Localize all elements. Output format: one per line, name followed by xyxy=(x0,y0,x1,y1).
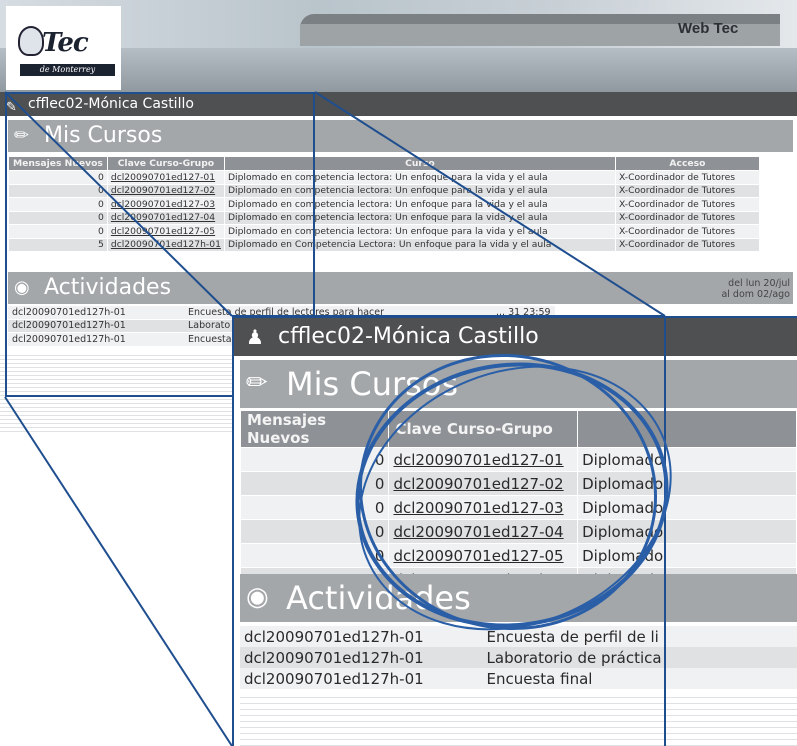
course-name: Diplomado xyxy=(577,447,797,472)
logo-text: Tec xyxy=(42,28,89,58)
course-code-link[interactable]: dcl20090701ed127-02 xyxy=(388,471,579,496)
activities-table: dcl20090701ed127h-01 Encuesta de perfil … xyxy=(240,626,797,689)
zoom-connector-line xyxy=(4,396,233,746)
mis-cursos-title: Mis Cursos xyxy=(286,365,459,403)
new-messages-count: 0 xyxy=(239,471,390,496)
activity-name: Laboratorio de práctica xyxy=(482,647,797,668)
activity-name: Encuesta final xyxy=(482,668,797,689)
course-name: Diplomado xyxy=(577,543,797,568)
new-messages-count: 0 xyxy=(239,519,390,544)
access-role: X-Coordinador de Tutores xyxy=(614,183,760,198)
course-name: Diplomado xyxy=(577,495,797,520)
tec-logo[interactable]: Tec de Monterrey xyxy=(6,6,121,90)
table-row: 0 dcl20090701ed127-04 Diplomado xyxy=(239,519,797,544)
activity-name: Encuesta de perfil de li xyxy=(482,626,797,647)
activity-group: dcl20090701ed127h-01 xyxy=(240,626,483,647)
table-header-row: Mensajes Nuevos Clave Curso-Grupo xyxy=(239,410,797,448)
course-name: Diplomado xyxy=(577,519,797,544)
column-header xyxy=(577,410,797,448)
tec-emblem-icon xyxy=(18,26,44,56)
column-header: Clave Curso-Grupo xyxy=(388,410,579,448)
column-header: Mensajes Nuevos xyxy=(239,410,390,448)
access-role: X-Coordinador de Tutores xyxy=(614,210,760,225)
user-icon: ♟ xyxy=(246,325,264,349)
activity-group: dcl20090701ed127h-01 xyxy=(240,668,483,689)
mis-cursos-section-title: ✏ Mis Cursos xyxy=(240,360,797,408)
courses-table: Mensajes Nuevos Clave Curso-Grupo 0 dcl2… xyxy=(239,410,797,592)
new-messages-count: 0 xyxy=(239,447,390,472)
user-name: cfflec02-Mónica Castillo xyxy=(278,324,539,349)
access-role: X-Coordinador de Tutores xyxy=(614,224,760,239)
course-code-link[interactable]: dcl20090701ed127-05 xyxy=(388,543,579,568)
user-bar: ♟ cfflec02-Mónica Castillo xyxy=(234,318,797,356)
table-row: 0 dcl20090701ed127-05 Diplomado xyxy=(239,543,797,568)
course-name: Diplomado xyxy=(577,471,797,496)
new-messages-count: 0 xyxy=(239,543,390,568)
new-messages-count: 0 xyxy=(239,495,390,520)
list-item[interactable]: dcl20090701ed127h-01 Laboratorio de prác… xyxy=(240,647,797,668)
magnified-view: ♟ cfflec02-Mónica Castillo ✏ Mis Cursos … xyxy=(232,316,797,746)
activity-group: dcl20090701ed127h-01 xyxy=(240,647,483,668)
date-range: del lun 20/jul al dom 02/ago xyxy=(690,278,790,300)
table-row: 0 dcl20090701ed127-02 Diplomado xyxy=(239,471,797,496)
list-item[interactable]: dcl20090701ed127h-01 Encuesta final xyxy=(240,668,797,689)
course-code-link[interactable]: dcl20090701ed127-04 xyxy=(388,519,579,544)
access-role: X-Coordinador de Tutores xyxy=(614,170,760,185)
actividades-title: Actividades xyxy=(286,579,471,617)
date-to: al dom 02/ago xyxy=(721,289,790,300)
access-role: X-Coordinador de Tutores xyxy=(614,197,760,212)
site-header: Tec de Monterrey Web Tec xyxy=(0,0,797,92)
access-role: X-Coordinador de Tutores xyxy=(614,237,760,252)
list-item[interactable]: dcl20090701ed127h-01 Encuesta de perfil … xyxy=(240,626,797,647)
actividades-section-title: ◉ Actividades xyxy=(240,574,797,622)
column-header: Acceso xyxy=(614,156,760,171)
course-code-link[interactable]: dcl20090701ed127-01 xyxy=(388,447,579,472)
logo-subtext: de Monterrey xyxy=(20,64,115,76)
table-row: 0 dcl20090701ed127-01 Diplomado xyxy=(239,447,797,472)
date-from: del lun 20/jul xyxy=(728,278,790,289)
activity-icon: ◉ xyxy=(246,582,269,612)
pencil-icon: ✏ xyxy=(246,368,268,398)
empty-page-area xyxy=(240,692,797,746)
product-name: Web Tec xyxy=(678,20,739,37)
course-code-link[interactable]: dcl20090701ed127-03 xyxy=(388,495,579,520)
table-row: 0 dcl20090701ed127-03 Diplomado xyxy=(239,495,797,520)
